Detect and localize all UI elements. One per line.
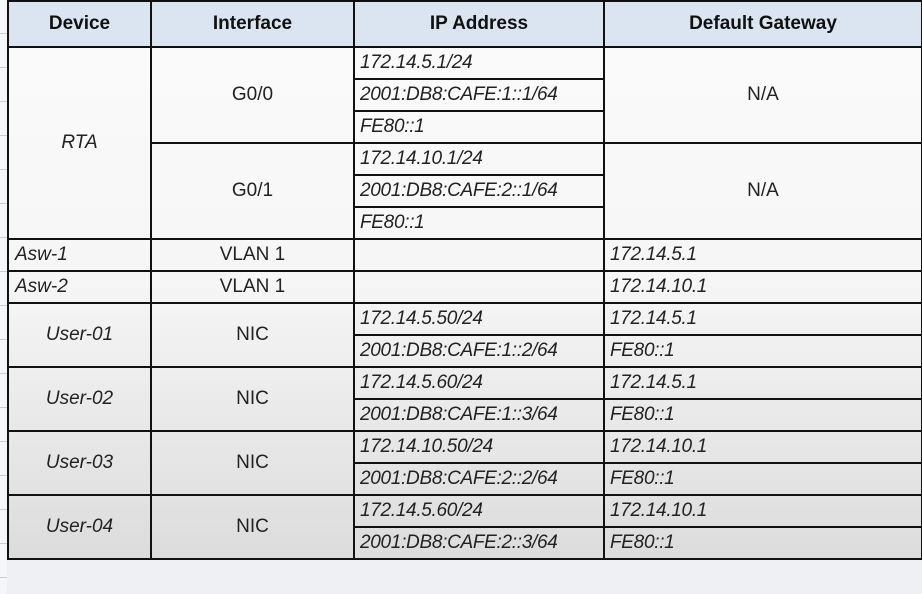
device-cell: User-02: [7, 366, 152, 432]
device-cell: Asw-1: [7, 238, 152, 272]
gateway-cell: FE80::1: [603, 334, 922, 368]
gateway-cell: 172.14.10.1: [603, 430, 922, 464]
interface-cell: G0/0: [150, 46, 355, 144]
ip-cell: 2001:DB8:CAFE:2::1/64: [353, 174, 605, 208]
table-row: Asw-1 VLAN 1 172.14.5.1: [7, 238, 922, 272]
gateway-cell: FE80::1: [603, 398, 922, 432]
ip-cell: 2001:DB8:CAFE:1::3/64: [353, 398, 605, 432]
gateway-cell: 172.14.10.1: [603, 494, 922, 528]
ip-cell: 2001:DB8:CAFE:1::2/64: [353, 334, 605, 368]
ip-cell: 172.14.5.50/24: [353, 302, 605, 336]
gateway-cell: N/A: [603, 142, 922, 240]
ip-cell: FE80::1: [353, 206, 605, 240]
table-row: User-04 NIC 172.14.5.60/24 172.14.10.1: [7, 494, 922, 560]
addressing-table: Device Interface IP Address Default Gate…: [7, 0, 922, 560]
ip-cell: [353, 238, 605, 272]
ip-cell: 172.14.10.50/24: [353, 430, 605, 464]
ip-cell: 172.14.5.1/24: [353, 46, 605, 80]
interface-cell: NIC: [150, 366, 355, 432]
ip-cell: [353, 270, 605, 304]
ip-cell: 2001:DB8:CAFE:1::1/64: [353, 78, 605, 112]
header-row: Device Interface IP Address Default Gate…: [7, 0, 922, 48]
ip-cell: 172.14.10.1/24: [353, 142, 605, 176]
interface-cell: G0/1: [150, 142, 355, 240]
device-cell: Asw-2: [7, 270, 152, 304]
device-cell: RTA: [7, 46, 152, 240]
ip-cell: FE80::1: [353, 110, 605, 144]
table-row: RTA G0/0 172.14.5.1/24 N/A: [7, 46, 922, 240]
gateway-cell: 172.14.5.1: [603, 302, 922, 336]
gateway-cell: 172.14.10.1: [603, 270, 922, 304]
table-row: Asw-2 VLAN 1 172.14.10.1: [7, 270, 922, 304]
header-default-gateway: Default Gateway: [603, 0, 922, 48]
interface-cell: VLAN 1: [150, 238, 355, 272]
header-interface: Interface: [150, 0, 355, 48]
spreadsheet-gutter: [0, 0, 7, 594]
device-cell: User-04: [7, 494, 152, 560]
gateway-cell: 172.14.5.1: [603, 366, 922, 400]
gateway-cell: 172.14.5.1: [603, 238, 922, 272]
gateway-cell: FE80::1: [603, 526, 922, 560]
header-ip-address: IP Address: [353, 0, 605, 48]
ip-cell: 2001:DB8:CAFE:2::2/64: [353, 462, 605, 496]
ip-cell: 172.14.5.60/24: [353, 366, 605, 400]
table-row: User-01 NIC 172.14.5.50/24 172.14.5.1: [7, 302, 922, 368]
interface-cell: NIC: [150, 302, 355, 368]
ip-cell: 172.14.5.60/24: [353, 494, 605, 528]
header-device: Device: [7, 0, 152, 48]
table-row: User-03 NIC 172.14.10.50/24 172.14.10.1: [7, 430, 922, 496]
table-row: User-02 NIC 172.14.5.60/24 172.14.5.1: [7, 366, 922, 432]
gateway-cell: FE80::1: [603, 462, 922, 496]
interface-cell: NIC: [150, 494, 355, 560]
gateway-cell: N/A: [603, 46, 922, 144]
device-cell: User-01: [7, 302, 152, 368]
device-cell: User-03: [7, 430, 152, 496]
ip-cell: 2001:DB8:CAFE:2::3/64: [353, 526, 605, 560]
interface-cell: NIC: [150, 430, 355, 496]
interface-cell: VLAN 1: [150, 270, 355, 304]
